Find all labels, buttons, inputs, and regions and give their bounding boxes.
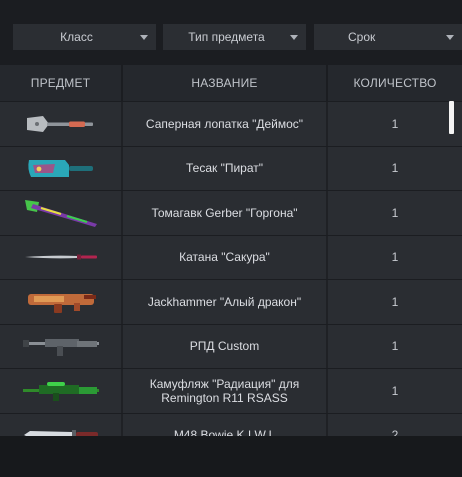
filter-bar: Класс Тип предмета Срок [13,24,462,50]
item-name: Jackhammer "Алый дракон" [123,280,328,324]
item-name: Катана "Сакура" [123,235,328,279]
table-row[interactable]: Jackhammer "Алый дракон" 1 [0,280,462,324]
table-row[interactable]: Саперная лопатка "Деймос" 1 [0,102,462,146]
cleaver-icon [27,160,93,178]
item-quantity: 1 [391,250,399,265]
item-name: Саперная лопатка "Деймос" [123,102,328,146]
machine-gun-icon [22,339,99,357]
table-row[interactable]: Тесак "Пират" 1 [0,146,462,190]
header-name[interactable]: НАЗВАНИЕ [123,65,328,101]
table-row[interactable]: Камуфляж "Радиация" для Remington R11 RS… [0,369,462,413]
item-name: Томагавк Gerber "Горгона" [123,191,328,235]
class-filter-label: Класс [60,30,93,44]
table-row[interactable]: РПД Custom 1 [0,324,462,368]
tomahawk-icon [24,199,97,227]
item-image-cell [0,146,123,190]
item-image-cell [0,102,123,146]
scrollbar-thumb[interactable] [449,101,454,134]
table-row[interactable]: Томагавк Gerber "Горгона" 1 [0,191,462,235]
shotgun-icon [27,293,96,313]
item-quantity: 1 [391,116,399,131]
table-row[interactable]: Катана "Сакура" 1 [0,235,462,279]
items-table: ПРЕДМЕТ НАЗВАНИЕ КОЛИЧЕСТВО Саперная лоп… [0,65,462,457]
table-header: ПРЕДМЕТ НАЗВАНИЕ КОЛИЧЕСТВО [0,65,462,101]
type-filter-label: Тип предмета [188,30,265,44]
term-filter-dropdown[interactable]: Срок [314,24,462,50]
item-name: РПД Custom [123,324,328,368]
term-filter-label: Срок [348,30,376,44]
sniper-rifle-icon [22,381,99,401]
item-name: Тесак "Пират" [123,146,328,190]
item-quantity: 1 [391,205,399,220]
chevron-down-icon [290,34,298,40]
chevron-down-icon [446,34,454,40]
type-filter-dropdown[interactable]: Тип предмета [163,24,306,50]
shovel-icon [26,115,93,132]
item-image-cell [0,280,123,324]
chevron-down-icon [140,34,148,40]
item-name: Камуфляж "Радиация" для Remington R11 RS… [123,369,328,413]
katana-icon [24,254,97,260]
item-quantity: 1 [391,339,399,354]
header-item[interactable]: ПРЕДМЕТ [0,65,123,101]
class-filter-dropdown[interactable]: Класс [13,24,156,50]
bottom-panel [0,436,462,477]
item-quantity: 1 [391,294,399,309]
header-quantity[interactable]: КОЛИЧЕСТВО [328,65,462,101]
inventory-window: Класс Тип предмета Срок ПРЕДМЕТ НАЗВАНИЕ… [0,0,462,477]
item-image-cell [0,191,123,235]
item-image-cell [0,369,123,413]
table-body[interactable]: Саперная лопатка "Деймос" 1 Тесак "Пират… [0,102,462,457]
item-image-cell [0,235,123,279]
item-image-cell [0,324,123,368]
item-quantity: 1 [391,161,399,176]
item-quantity: 1 [391,383,399,398]
